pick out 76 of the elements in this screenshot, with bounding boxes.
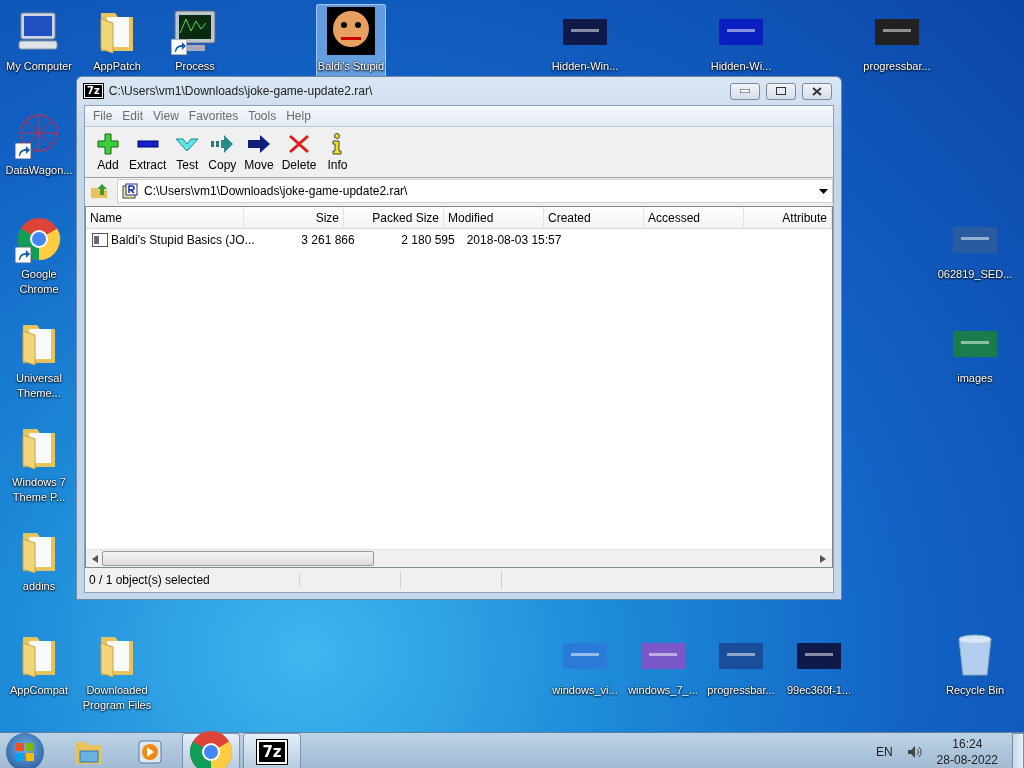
close-button[interactable] [802, 82, 832, 100]
desktop-icon[interactable]: Universal Theme... [2, 316, 76, 404]
app-logo: 7z [84, 84, 103, 98]
arrow-right-icon [210, 132, 235, 155]
column-header[interactable]: Accessed [644, 207, 744, 228]
desktop-icon[interactable]: 062819_SED... [938, 212, 1012, 285]
column-header[interactable]: Modified [444, 207, 544, 228]
desktop-icon[interactable]: Recycle Bin [943, 628, 1007, 701]
desktop-icon[interactable]: windows_7_... [626, 628, 700, 701]
maximize-button[interactable] [766, 82, 796, 100]
taskbar-app-button[interactable]: 7z [243, 733, 301, 768]
table-cell: 3 261 866 [301, 232, 355, 247]
column-header[interactable]: Size [244, 207, 344, 228]
windows-logo-icon [15, 742, 35, 762]
desktop-icon[interactable]: DataWagon... [3, 108, 75, 181]
plus-icon [96, 132, 120, 155]
window-title: C:\Users\vm1\Downloads\joke-game-update2.rar\ [108, 84, 374, 98]
menu-item[interactable]: Favorites [183, 109, 244, 123]
menu-item[interactable]: File [88, 109, 118, 123]
clock[interactable]: 16:24 28-08-2022 [936, 736, 998, 768]
desktop-icon[interactable]: 99ec360f-1... [784, 628, 854, 701]
dropdown-arrow-icon [819, 188, 828, 194]
taskbar-app-button[interactable] [182, 733, 240, 768]
table-cell: 2 180 595 [401, 232, 455, 247]
start-button[interactable] [6, 733, 44, 768]
desktop-icon[interactable]: windows_vi... [550, 628, 620, 701]
address-field[interactable]: C:\Users\vm1\Downloads\joke-game-update2.rar\ [117, 179, 833, 203]
column-header[interactable]: Name [86, 207, 244, 228]
app-logo: 7z [257, 740, 287, 764]
desktop-icon[interactable]: My Computer [4, 4, 74, 77]
horizontal-scrollbar[interactable] [86, 549, 832, 567]
column-header[interactable]: Created [544, 207, 644, 228]
menu-item[interactable]: Tools [243, 109, 282, 123]
desktop-icon[interactable]: Process [170, 4, 220, 77]
toolbar-button[interactable]: Extract [125, 130, 171, 174]
file-icon [92, 232, 108, 247]
toolbar-button[interactable]: Add [91, 130, 125, 174]
toolbar-button[interactable]: Move [240, 130, 278, 174]
toolbar-button[interactable]: Info [320, 130, 355, 174]
arrow-right-icon [247, 132, 272, 155]
scroll-left-icon [92, 554, 98, 563]
speaker-icon[interactable] [906, 745, 923, 759]
minimize-icon [740, 89, 750, 93]
archive-icon [122, 183, 138, 199]
desktop-icon[interactable]: AppCompat [7, 628, 71, 701]
scroll-right-icon [820, 554, 826, 563]
menu-item[interactable]: Help [281, 109, 316, 123]
column-header[interactable]: Packed Size [344, 207, 444, 228]
close-icon [812, 86, 822, 96]
toolbar-button[interactable]: Delete [277, 130, 321, 174]
status-text: 0 / 1 object(s) selected [85, 573, 300, 587]
toolbar-button[interactable]: Test [170, 130, 205, 174]
desktop-icon[interactable]: addins [14, 524, 64, 597]
column-header[interactable]: Attribute [744, 207, 832, 228]
menu-item[interactable]: Edit [117, 109, 149, 123]
show-desktop-button[interactable] [1012, 733, 1024, 768]
desktop-icon[interactable]: progressbar... [861, 4, 933, 77]
close-icon [287, 132, 312, 155]
desktop-icon[interactable]: Hidden-Win... [549, 4, 621, 77]
maximize-icon [776, 87, 786, 95]
desktop-icon[interactable]: AppPatch [91, 4, 143, 77]
desktop-icon[interactable]: Windows 7 Theme P... [2, 420, 76, 508]
table-cell: Baldi's Stupid Basics (JO... [111, 232, 255, 247]
toolbar-button[interactable]: Copy [204, 130, 241, 174]
folder-up-icon [90, 183, 108, 199]
desktop-icon[interactable]: Hidden-Wi... [708, 4, 774, 77]
minimize-button[interactable] [730, 82, 760, 100]
file-row[interactable]: Baldi's Stupid Basics (JO... 3 261 866 2 180 595 2018-08-03 15:57 [86, 229, 832, 250]
menu-item[interactable]: View [148, 109, 184, 123]
language-indicator[interactable]: EN [875, 745, 893, 759]
cartoon-face-icon [327, 7, 375, 55]
desktop-icon[interactable]: images [950, 316, 1000, 389]
desktop-icon[interactable]: progressbar... [705, 628, 777, 701]
table-cell: 2018-08-03 15:57 [466, 232, 562, 247]
chrome-icon [187, 728, 235, 768]
desktop-icon[interactable]: Google Chrome [2, 212, 76, 300]
